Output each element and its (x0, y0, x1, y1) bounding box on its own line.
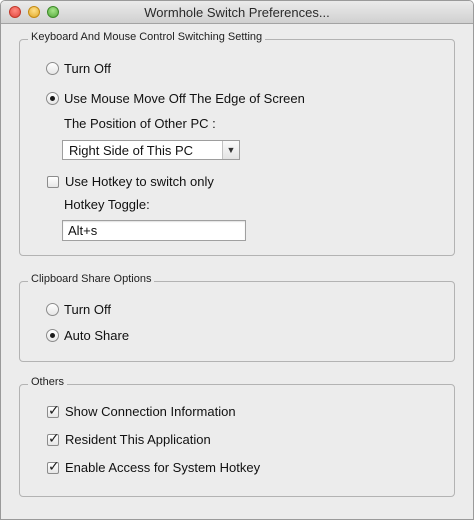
kbm-switching-group: Keyboard And Mouse Control Switching Set… (19, 31, 455, 256)
kbm-edge-label: Use Mouse Move Off The Edge of Screen (64, 91, 305, 106)
resident-application-checkbox[interactable]: ✓ Resident This Application (47, 429, 211, 447)
checkbox-checked-icon: ✓ (47, 429, 60, 446)
radio-selected-icon (46, 92, 59, 105)
show-connection-label: Show Connection Information (65, 404, 236, 419)
clipboard-auto-share-radio[interactable]: Auto Share (46, 328, 129, 343)
clipboard-turn-off-radio[interactable]: Turn Off (46, 302, 111, 317)
position-select-value: Right Side of This PC (69, 142, 194, 158)
kbm-turn-off-label: Turn Off (64, 61, 111, 76)
system-hotkey-label: Enable Access for System Hotkey (65, 460, 261, 475)
resident-application-label: Resident This Application (65, 432, 211, 447)
checkbox-checked-icon: ✓ (47, 457, 60, 474)
kbm-group-legend: Keyboard And Mouse Control Switching Set… (28, 31, 266, 43)
position-label: The Position of Other PC : (64, 116, 216, 131)
kbm-turn-off-radio[interactable]: Turn Off (46, 61, 111, 76)
radio-selected-icon (46, 329, 59, 342)
radio-unselected-icon (46, 62, 59, 75)
clipboard-share-group: Clipboard Share Options Turn Off Auto Sh… (19, 273, 455, 362)
radio-unselected-icon (46, 303, 59, 316)
clipboard-auto-share-label: Auto Share (64, 328, 130, 343)
system-hotkey-checkbox[interactable]: ✓ Enable Access for System Hotkey (47, 457, 261, 475)
use-hotkey-label: Use Hotkey to switch only (65, 174, 214, 189)
checkbox-unchecked-icon (47, 175, 59, 188)
others-group: Others ✓ Show Connection Information ✓ R… (19, 376, 455, 497)
preferences-window: Wormhole Switch Preferences... Keyboard … (0, 0, 474, 520)
position-select[interactable]: Right Side of This PC ▼ (62, 140, 240, 160)
hotkey-input[interactable]: Alt+s (62, 220, 246, 241)
show-connection-checkbox[interactable]: ✓ Show Connection Information (47, 401, 236, 419)
window-title: Wormhole Switch Preferences... (144, 5, 330, 20)
use-hotkey-checkbox[interactable]: Use Hotkey to switch only (47, 174, 214, 189)
kbm-edge-radio[interactable]: Use Mouse Move Off The Edge of Screen (46, 91, 305, 106)
chevron-down-icon: ▼ (222, 141, 239, 159)
clipboard-group-legend: Clipboard Share Options (28, 273, 155, 285)
hotkey-toggle-label: Hotkey Toggle: (64, 197, 150, 212)
checkbox-checked-icon: ✓ (47, 401, 60, 418)
title-bar: Wormhole Switch Preferences... (1, 1, 473, 24)
clipboard-turn-off-label: Turn Off (64, 302, 111, 317)
others-group-legend: Others (28, 376, 68, 388)
